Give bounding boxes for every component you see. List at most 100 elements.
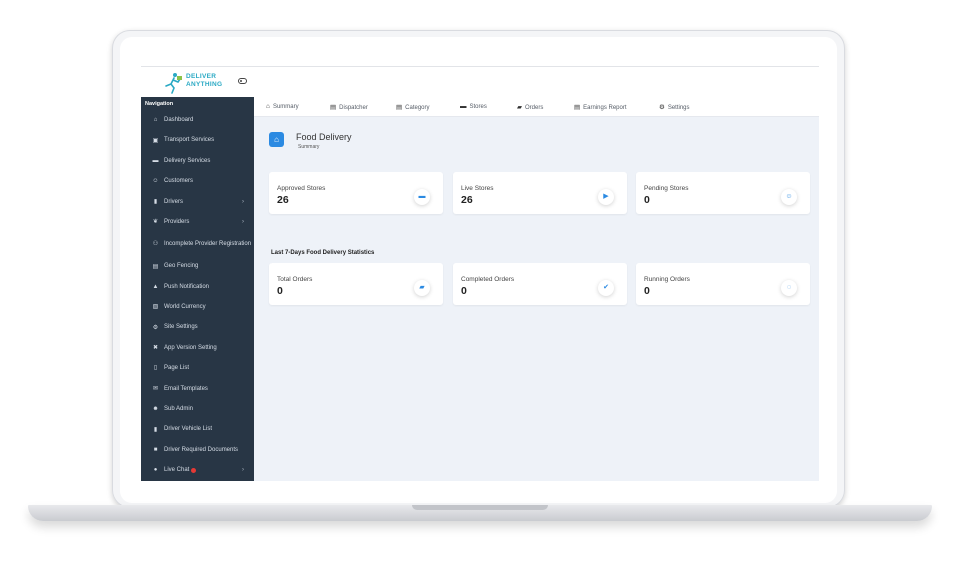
sidebar-item-label: App Version Setting — [164, 344, 217, 351]
sidebar: Navigation ⌂ Dashboard ▣ Transport Services… — [141, 97, 254, 481]
stat-label: Running Orders — [644, 276, 690, 283]
sidebar-toggle-icon[interactable] — [238, 78, 247, 84]
home-icon: ⌂ — [153, 117, 158, 124]
stat-card-total-orders[interactable]: Total Orders 0 ▰ — [269, 263, 443, 305]
brand-name: DELIVER ANYTHING — [186, 73, 222, 89]
stat-value: 26 — [461, 194, 473, 206]
sidebar-item-label: Email Templates — [164, 385, 208, 392]
user-cog-icon: ☻ — [152, 406, 159, 413]
box-icon: ▬ — [152, 157, 159, 164]
sidebar-item-push-notification[interactable]: ▲ Push Notification — [141, 277, 254, 297]
sidebar-item-label: Dashboard — [164, 116, 194, 123]
handshake-icon: ❦ — [152, 219, 159, 226]
stat-label: Approved Stores — [277, 185, 326, 192]
sidebar-item-label: World Currency — [164, 304, 206, 311]
laptop-notch — [412, 505, 548, 510]
sidebar-item-incomplete-provider-registration[interactable]: ⚇ Incomplete Provider Registration — [141, 232, 254, 256]
stat-label: Live Stores — [461, 185, 494, 192]
sidebar-item-label: Site Settings — [164, 324, 198, 331]
stat-value: 0 — [644, 194, 650, 206]
sidebar-item-label: Driver Vehicle List — [164, 426, 213, 433]
tab-settings[interactable]: ⚙ Settings — [659, 103, 690, 111]
tab-earnings-report[interactable]: ▤ Earnings Report — [574, 103, 627, 111]
home-icon: ⌂ — [269, 132, 284, 147]
sidebar-title: Navigation — [145, 101, 174, 107]
stat-label: Pending Stores — [644, 185, 689, 192]
stat-card-approved-stores[interactable]: Approved Stores 26 ▬ — [269, 172, 443, 214]
tools-icon: ✖ — [152, 345, 159, 352]
tab-dispatcher[interactable]: ▤ Dispatcher — [330, 103, 368, 111]
sidebar-item-site-settings[interactable]: ⚙ Site Settings — [141, 318, 254, 338]
sidebar-item-page-list[interactable]: ▯ Page List — [141, 358, 254, 378]
sidebar-item-label: Page List — [164, 365, 190, 372]
chevron-right-icon: › — [242, 198, 244, 205]
sidebar-item-live-chat[interactable]: ● Live Chat › — [141, 460, 254, 480]
brand-line-1: DELIVER — [186, 73, 217, 80]
sidebar-item-label: Delivery Services — [164, 157, 211, 164]
tab-orders[interactable]: ▰ Orders — [517, 103, 543, 111]
stat-card-running-orders[interactable]: Running Orders 0 ◌ — [636, 263, 810, 305]
sidebar-item-label: Providers — [164, 218, 190, 225]
sidebar-item-driver-vehicle-list[interactable]: ▮ Driver Vehicle List — [141, 419, 254, 439]
sidebar-item-driver-required-documents[interactable]: ■ Driver Required Documents — [141, 440, 254, 460]
stat-value: 26 — [277, 194, 289, 206]
stat-card-completed-orders[interactable]: Completed Orders 0 ✔ — [453, 263, 627, 305]
tab-label: Summary — [272, 104, 299, 110]
sidebar-item-customers[interactable]: ☺ Customers — [141, 171, 254, 191]
sidebar-item-sub-admin[interactable]: ☻ Sub Admin — [141, 399, 254, 419]
sidebar-item-label: Sub Admin — [164, 406, 194, 413]
document-icon: ■ — [153, 447, 158, 454]
page-title: Food Delivery — [296, 132, 352, 142]
report-icon: ▤ — [574, 104, 581, 111]
chat-icon: ● — [153, 467, 158, 474]
bag-icon: ▰ — [414, 280, 430, 296]
tab-label: Orders — [525, 105, 544, 111]
stats-section-title: Last 7-Days Food Delivery Statistics — [271, 250, 375, 256]
app-screen: DELIVER ANYTHING Navigation ⌂ Dashboard ▣ T… — [141, 66, 819, 481]
runner-logo-icon — [165, 73, 182, 94]
money-icon: ▧ — [152, 304, 159, 311]
stat-label: Completed Orders — [461, 276, 515, 283]
sidebar-item-drivers[interactable]: ▮ Drivers › — [141, 192, 254, 212]
cogs-icon: ⚙ — [152, 324, 159, 331]
tab-label: Category — [405, 105, 430, 111]
tab-category[interactable]: ▤ Category — [396, 103, 430, 111]
sidebar-item-label: Geo Fencing — [164, 263, 199, 270]
list-icon: ▤ — [396, 104, 403, 111]
sidebar-item-transport-services[interactable]: ▣ Transport Services — [141, 130, 254, 150]
sidebar-item-providers[interactable]: ❦ Providers › — [141, 212, 254, 232]
tab-label: Dispatcher — [339, 105, 368, 111]
truck-icon: ▣ — [152, 137, 159, 144]
laptop-mockup: DELIVER ANYTHING Navigation ⌂ Dashboard ▣ T… — [0, 0, 960, 563]
sidebar-item-geo-fencing[interactable]: ▤ Geo Fencing — [141, 256, 254, 276]
sidebar-item-dashboard[interactable]: ⌂ Dashboard — [141, 110, 254, 130]
store-icon: ▬ — [414, 189, 430, 205]
tab-label: Stores — [469, 104, 487, 110]
truck-icon: ▶ — [598, 189, 614, 205]
bag-icon: ▰ — [517, 104, 522, 111]
top-bar: DELIVER ANYTHING — [141, 66, 819, 97]
envelope-icon: ✉ — [152, 385, 159, 392]
car-icon: ▮ — [153, 426, 158, 433]
stat-card-live-stores[interactable]: Live Stores 26 ▶ — [453, 172, 627, 214]
sidebar-item-world-currency[interactable]: ▧ World Currency — [141, 297, 254, 317]
chevron-right-icon: › — [242, 218, 244, 225]
stat-value: 0 — [644, 285, 650, 297]
sidebar-item-email-templates[interactable]: ✉ Email Templates — [141, 379, 254, 399]
sidebar-item-label: Customers — [164, 178, 194, 185]
sidebar-nav-list: ⌂ Dashboard ▣ Transport Services ▬ Delivery S… — [141, 110, 254, 481]
sidebar-item-delivery-services[interactable]: ▬ Delivery Services — [141, 151, 254, 171]
sidebar-item-app-version-setting[interactable]: ✖ App Version Setting — [141, 338, 254, 358]
sidebar-item-label: Drivers — [164, 198, 183, 205]
tab-stores[interactable]: ▬ Stores — [460, 103, 487, 110]
users-icon: ☺ — [152, 178, 159, 185]
tab-label: Earnings Report — [583, 105, 627, 111]
tab-summary[interactable]: ⌂ Summary — [266, 103, 299, 110]
check-icon: ✔ — [598, 280, 614, 296]
chevron-right-icon: › — [242, 467, 244, 474]
main-content: ⌂ Food Delivery Summary Approved Stores 2… — [254, 117, 819, 481]
user-warning-icon: ⚇ — [152, 241, 159, 248]
list-icon: ▤ — [330, 104, 337, 111]
stat-card-pending-stores[interactable]: Pending Stores 0 ☺ — [636, 172, 810, 214]
spinner-icon: ◌ — [781, 280, 797, 296]
